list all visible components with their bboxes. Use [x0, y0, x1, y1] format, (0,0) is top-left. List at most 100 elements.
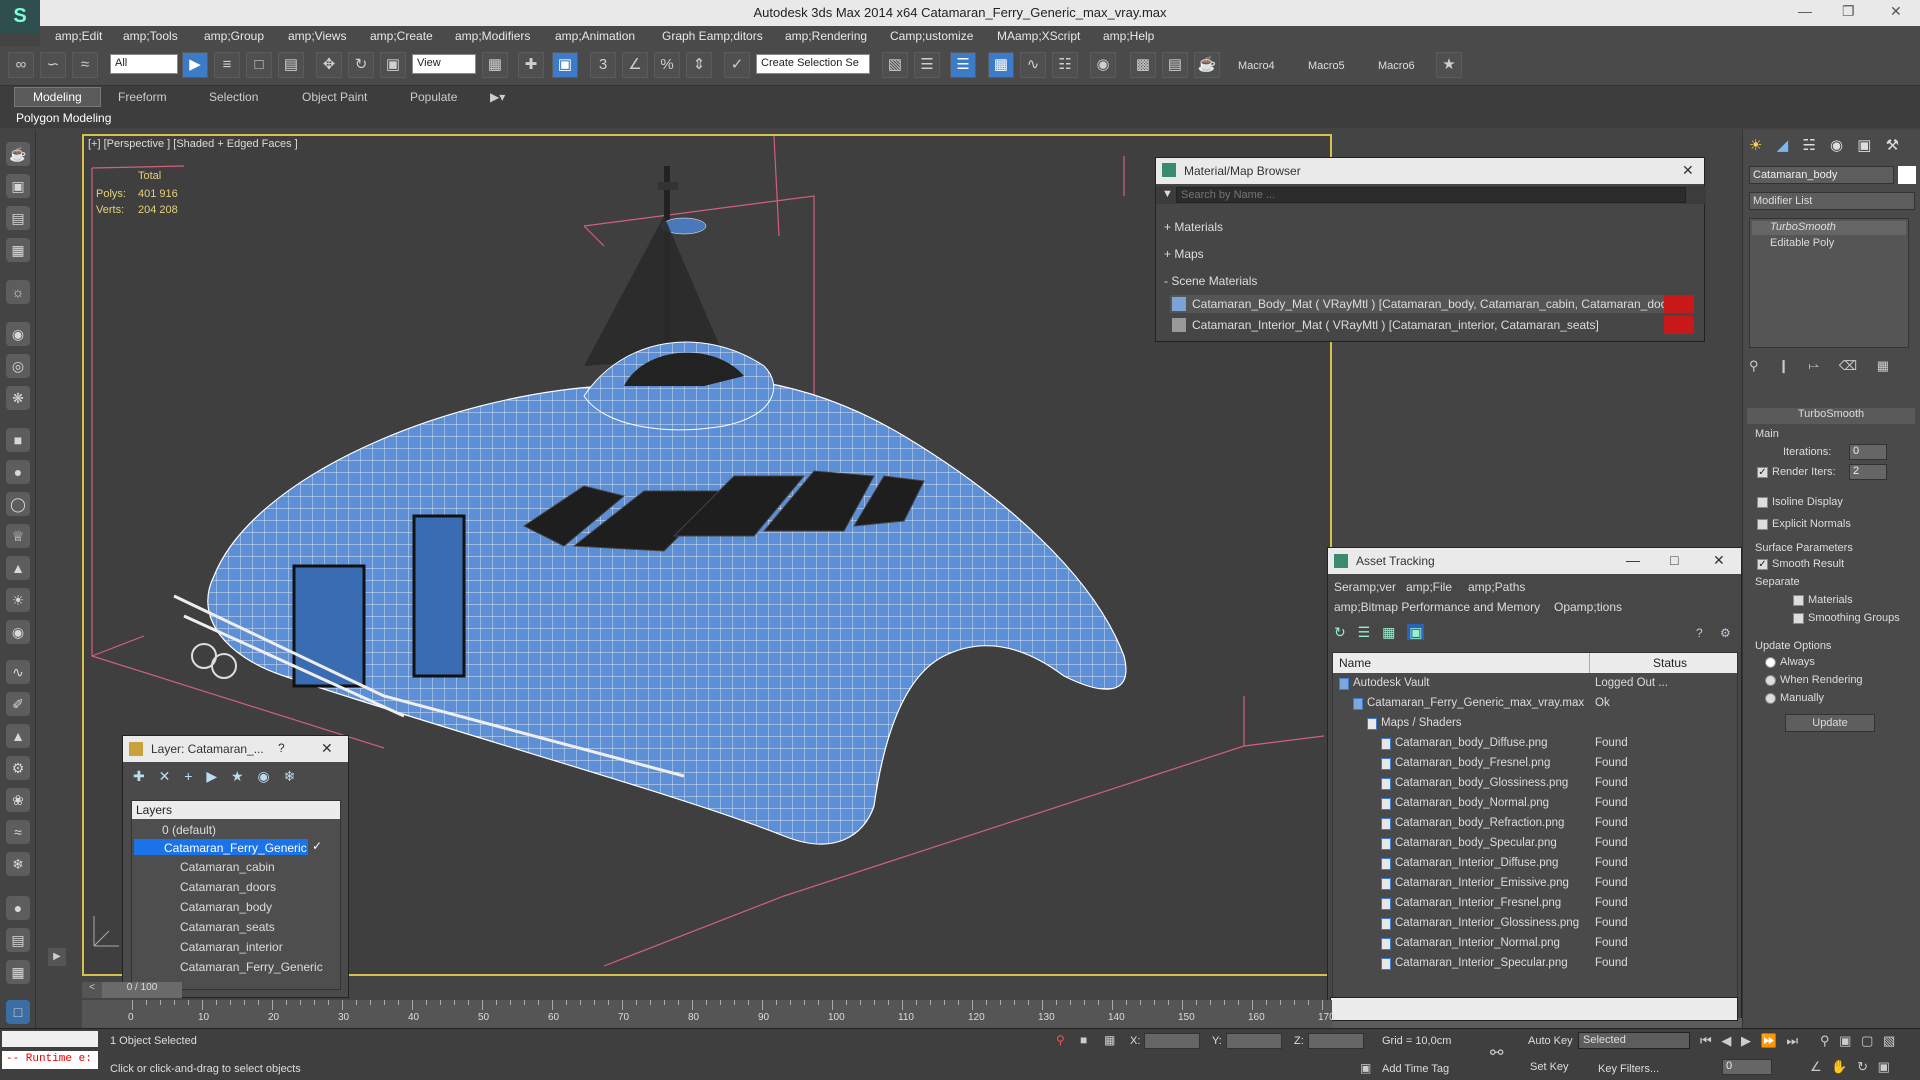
render-setup-icon[interactable]: ▩ — [1130, 52, 1156, 78]
layer-row[interactable]: Catamaran_Ferry_Generic — [180, 960, 323, 974]
layer-row-selected[interactable]: Catamaran_Ferry_Generic — [164, 841, 307, 855]
spline-tool-icon[interactable]: ∿ — [6, 660, 30, 684]
explicit-row[interactable]: Explicit Normals — [1757, 518, 1851, 530]
asset-row[interactable]: Catamaran_Interior_Glossiness.png Found — [1333, 915, 1737, 933]
menu-server[interactable]: Seramp;ver — [1334, 580, 1396, 594]
smoothing-groups-row[interactable]: Smoothing Groups — [1793, 612, 1900, 624]
settings-icon[interactable]: ⚙ — [1720, 626, 1731, 640]
snaps-toggle-icon[interactable]: 3 — [590, 52, 616, 78]
grid-tool-icon[interactable]: ▦ — [6, 238, 30, 262]
layer-manager-icon[interactable]: ☰ — [950, 52, 976, 78]
named-selection-sets-dropdown[interactable]: Create Selection Se — [756, 54, 870, 74]
asset-row[interactable]: Catamaran_Interior_Fresnel.png Found — [1333, 895, 1737, 913]
percent-snap-icon[interactable]: % — [654, 52, 680, 78]
menu-modifiers[interactable]: amp;Modifiers — [455, 29, 530, 43]
disc-tool-icon[interactable]: ◉ — [6, 620, 30, 644]
object-color-swatch[interactable] — [1898, 166, 1916, 184]
render-production-icon[interactable]: ☕ — [1194, 52, 1220, 78]
show-end-result-icon[interactable]: ❙ — [1778, 358, 1789, 373]
pin-stack-icon[interactable]: ⚲ — [1749, 358, 1759, 373]
asset-row[interactable]: Catamaran_body_Specular.png Found — [1333, 835, 1737, 853]
menu-options[interactable]: Opamp;tions — [1554, 600, 1622, 614]
configure-sets-icon[interactable]: ▦ — [1877, 358, 1889, 373]
hierarchy-tab-icon[interactable]: ☵ — [1802, 137, 1815, 154]
rect-selection-icon[interactable]: □ — [246, 52, 272, 78]
utilities-tab-icon[interactable]: ⚒ — [1886, 137, 1899, 154]
polygon-modeling-label[interactable]: Polygon Modeling — [16, 111, 111, 125]
window-crossing-icon[interactable]: ▤ — [278, 52, 304, 78]
manually-radio[interactable] — [1765, 692, 1776, 704]
select-manipulate-icon[interactable]: ✚ — [518, 52, 544, 78]
selection-filter-dropdown[interactable]: All — [110, 54, 178, 74]
viewport-config-icon[interactable]: □ — [6, 1000, 30, 1024]
time-slider-left-icon[interactable]: < — [82, 982, 102, 998]
menu-tools[interactable]: amp;Tools — [123, 29, 178, 43]
asset-row[interactable]: Autodesk Vault Logged Out ... — [1333, 675, 1737, 693]
pan-icon[interactable]: ✋ — [1831, 1059, 1847, 1074]
tab-object-paint[interactable]: Object Paint — [302, 90, 367, 104]
restore-icon[interactable]: ❐ — [1842, 3, 1855, 20]
link-icon[interactable]: ∞ — [8, 52, 34, 78]
spinner-snap-icon[interactable]: ⇕ — [686, 52, 712, 78]
material-browser-header[interactable]: Material/Map Browser ✕ — [1156, 158, 1704, 184]
column-status[interactable]: Status — [1653, 656, 1687, 670]
isoline-checkbox[interactable] — [1757, 496, 1768, 508]
zoom-all-icon[interactable]: ▣ — [1839, 1033, 1851, 1048]
helper-tool-icon[interactable]: ◎ — [6, 354, 30, 378]
maxscript-mini-listener[interactable]: -- Runtime e: — [2, 1051, 98, 1069]
smoothing-groups-checkbox[interactable] — [1793, 612, 1804, 624]
mirror-icon[interactable]: ▧ — [882, 52, 908, 78]
macro6-button[interactable]: Macro6 — [1378, 60, 1415, 72]
key-filters-button[interactable]: Key Filters... — [1598, 1063, 1659, 1075]
asset-row[interactable]: Catamaran_body_Diffuse.png Found — [1333, 735, 1737, 753]
material-editor-icon[interactable]: ◉ — [1090, 52, 1116, 78]
smooth-result-checkbox[interactable]: ✓ — [1757, 558, 1768, 570]
asset-row[interactable]: Catamaran_Ferry_Generic_max_vray.max Ok — [1333, 695, 1737, 713]
camera-tool-icon[interactable]: ◉ — [6, 322, 30, 346]
material-item[interactable]: Catamaran_Interior_Mat ( VRayMtl ) [Cata… — [1170, 316, 1694, 334]
edit-named-selection-icon[interactable]: ✓ — [724, 52, 750, 78]
layer-row[interactable]: 0 (default) — [162, 823, 216, 837]
isoline-row[interactable]: Isoline Display — [1757, 496, 1843, 508]
hair-tool-icon[interactable]: ≈ — [6, 820, 30, 844]
sphere-tool-icon[interactable]: ● — [6, 460, 30, 484]
group-maps[interactable]: + Maps — [1164, 247, 1204, 261]
menu-file[interactable]: amp;File — [1406, 580, 1452, 594]
column-name[interactable]: Name — [1339, 656, 1371, 670]
render-iters-row[interactable]: ✓ Render Iters: — [1757, 466, 1836, 478]
menu-bitmap-performance[interactable]: amp;Bitmap Performance and Memory — [1334, 600, 1540, 614]
sun-tool-icon[interactable]: ☀ — [6, 588, 30, 612]
rotate-icon[interactable]: ↻ — [348, 52, 374, 78]
asset-row[interactable]: Catamaran_body_Fresnel.png Found — [1333, 755, 1737, 773]
always-radio[interactable] — [1765, 656, 1776, 668]
terrain-tool-icon[interactable]: ▲ — [6, 724, 30, 748]
key-icon[interactable]: ⚯ — [1490, 1043, 1503, 1063]
add-to-layer-icon[interactable]: + — [184, 768, 192, 784]
zoom-icon[interactable]: ⚲ — [1820, 1033, 1830, 1048]
menu-animation[interactable]: amp;Animation — [555, 29, 635, 43]
create-layer-icon[interactable]: ✚ — [133, 768, 145, 784]
asset-row[interactable]: Catamaran_Interior_Specular.png Found — [1333, 955, 1737, 973]
help-icon[interactable]: ? — [278, 741, 285, 755]
play-icon[interactable]: ▶ — [1741, 1033, 1751, 1048]
key-set-dropdown[interactable]: Selected — [1578, 1032, 1690, 1049]
isolate-icon[interactable]: ⚲ — [1056, 1033, 1065, 1047]
teapot-icon[interactable]: ★ — [1436, 52, 1462, 78]
light-tool-icon[interactable]: ☼ — [6, 280, 30, 304]
layer-row[interactable]: Catamaran_seats — [180, 920, 275, 934]
manually-row[interactable]: Manually — [1765, 692, 1824, 704]
explicit-normals-checkbox[interactable] — [1757, 518, 1768, 530]
create-tab-icon[interactable]: ☀ — [1749, 137, 1762, 154]
previous-frame-icon[interactable]: ◀ — [1721, 1033, 1731, 1048]
tree-view-icon[interactable]: ▦ — [1382, 624, 1395, 640]
menu-customize[interactable]: Camp;ustomize — [890, 29, 973, 43]
asset-row[interactable]: Catamaran_body_Normal.png Found — [1333, 795, 1737, 813]
crown-tool-icon[interactable]: ♕ — [6, 524, 30, 548]
menu-edit[interactable]: amp;Edit — [55, 29, 102, 43]
modify-tab-icon[interactable]: ◢ — [1777, 137, 1789, 154]
highlight-icon[interactable]: ★ — [231, 768, 244, 784]
select-objects-icon[interactable]: ▶ — [206, 768, 217, 784]
stack-item-turbosmooth[interactable]: TurboSmooth — [1752, 221, 1906, 235]
minimize-icon[interactable]: — — [1798, 3, 1812, 19]
expand-arrow-icon[interactable]: ▶ — [48, 948, 66, 966]
